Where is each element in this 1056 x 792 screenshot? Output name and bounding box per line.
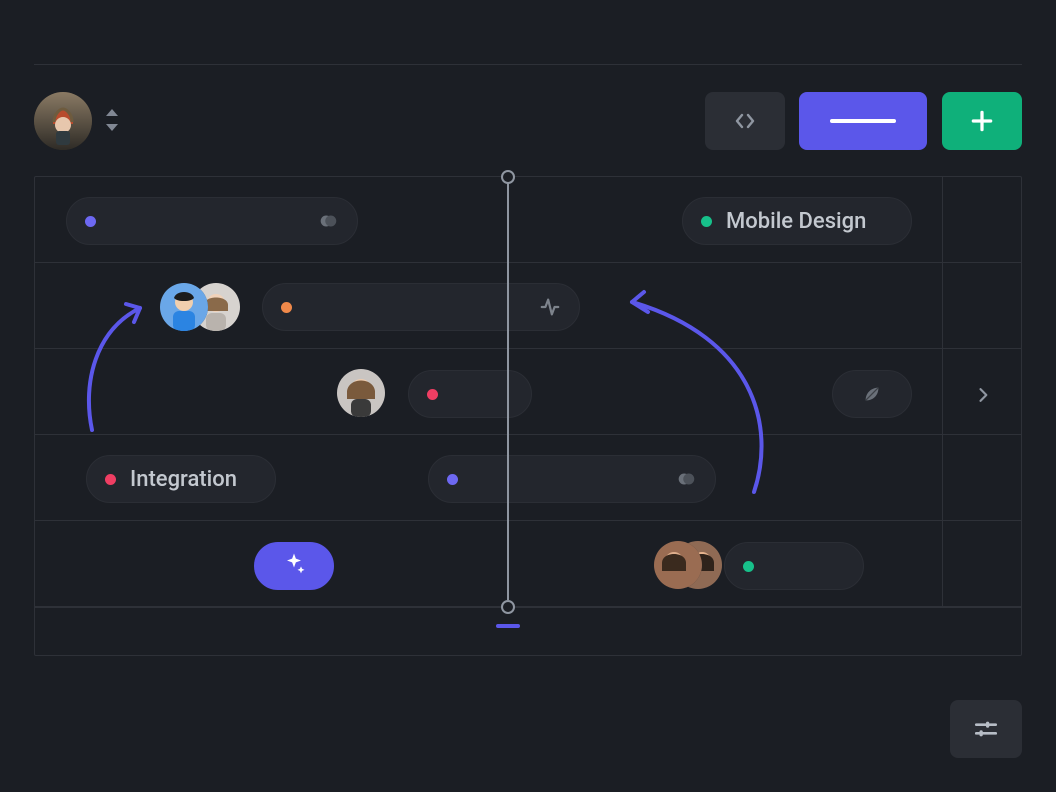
current-user-avatar[interactable] (34, 92, 92, 150)
scroll-right-button[interactable] (973, 385, 993, 409)
task-pill-icon[interactable] (832, 370, 912, 418)
timeline-footer-row (35, 607, 1021, 655)
plus-icon (969, 108, 995, 134)
status-dot (281, 302, 292, 313)
task-pill[interactable] (262, 283, 580, 331)
playhead-handle-top[interactable] (501, 170, 515, 184)
chevron-up-icon (106, 109, 118, 116)
task-label: Mobile Design (726, 209, 866, 234)
playhead-line (507, 180, 509, 600)
status-dot (85, 216, 96, 227)
settings-button[interactable] (950, 700, 1022, 758)
add-button[interactable] (942, 92, 1022, 150)
collapse-expand-button[interactable] (705, 92, 785, 150)
leaf-icon (861, 383, 883, 405)
playhead-marker (496, 624, 520, 628)
assignees-stack[interactable] (654, 541, 716, 589)
sparkle-icon (280, 550, 308, 582)
task-pill[interactable] (408, 370, 532, 418)
task-pill[interactable]: Mobile Design (682, 197, 912, 245)
overlap-circles-icon (675, 468, 697, 490)
avatar-image (34, 92, 92, 150)
chevron-right-icon (973, 385, 993, 405)
avatar (654, 541, 702, 589)
status-dot (701, 216, 712, 227)
status-dot (427, 389, 438, 400)
sliders-icon (973, 716, 999, 742)
task-label: Integration (130, 467, 237, 492)
top-divider (34, 64, 1022, 65)
avatar (160, 283, 208, 331)
assignees-stack[interactable] (160, 283, 244, 331)
task-pill[interactable] (724, 542, 864, 590)
sparkle-pill[interactable] (254, 542, 334, 590)
left-right-icon (733, 109, 757, 133)
timeline-playhead[interactable] (506, 168, 510, 612)
timeline-row (35, 521, 1021, 607)
playhead-handle-bottom[interactable] (501, 600, 515, 614)
activity-icon (539, 296, 561, 318)
status-dot (447, 474, 458, 485)
chevron-down-icon (106, 124, 118, 131)
status-dot (105, 474, 116, 485)
task-pill[interactable] (66, 197, 358, 245)
status-dot (743, 561, 754, 572)
avatar[interactable] (337, 369, 385, 417)
dash-icon (830, 119, 896, 123)
avatar-stepper[interactable] (100, 100, 124, 140)
primary-action-button[interactable] (799, 92, 927, 150)
task-pill[interactable] (428, 455, 716, 503)
task-pill[interactable]: Integration (86, 455, 276, 503)
overlap-circles-icon (317, 210, 339, 232)
grid-right-divider (942, 177, 943, 606)
